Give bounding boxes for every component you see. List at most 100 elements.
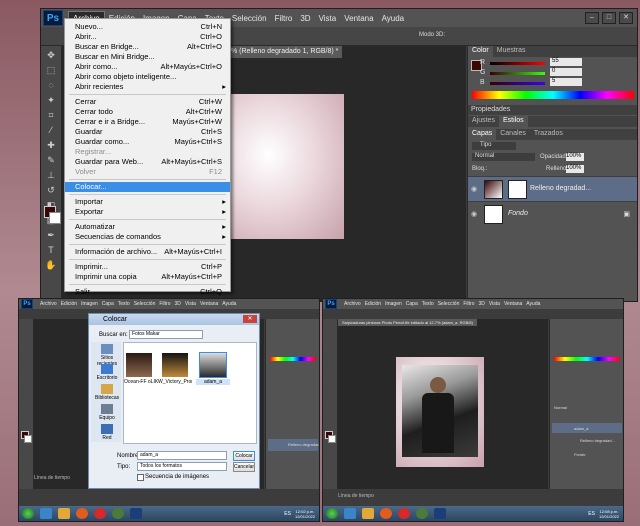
menu-seleccion[interactable]: Selección [132, 301, 158, 307]
menu-item-abrir-recientes[interactable]: Abrir recientes ▸ [65, 82, 230, 92]
layer-kind-filter[interactable]: Tipo [472, 142, 516, 150]
menu-item-guardar-web[interactable]: Guardar para Web... Alt+Mayús+Ctrl+S [65, 157, 230, 167]
background-color-swatch[interactable] [49, 212, 61, 224]
lasso-tool-icon[interactable]: ◌ [45, 79, 57, 91]
menu-archivo[interactable]: Archivo [342, 301, 363, 307]
color-spectrum[interactable] [472, 91, 634, 99]
file-type-select[interactable]: Todos los formatos [137, 462, 227, 471]
file-thumbnail[interactable] [162, 353, 188, 377]
tab-capas[interactable]: Capas [468, 129, 497, 140]
brush-tool-icon[interactable]: ✎ [45, 154, 57, 166]
menu-item-info-archivo[interactable]: Información de archivo... Alt+Mayús+Ctrl+… [65, 247, 230, 257]
menu-item-abrir[interactable]: Abrir... Ctrl+O [65, 32, 230, 42]
menu-item-guardar-como[interactable]: Guardar como... Mayús+Ctrl+S [65, 137, 230, 147]
layer-name[interactable]: Relleno degradad... [580, 438, 615, 443]
menu-item-cerrar-todo[interactable]: Cerrar todo Alt+Ctrl+W [65, 107, 230, 117]
menu-item-abrir-como[interactable]: Abrir como... Alt+Mayús+Ctrl+O [65, 62, 230, 72]
chrome-icon[interactable] [416, 508, 428, 519]
layer-row-gradient[interactable]: Relleno degradad... [268, 439, 319, 451]
menu-item-exportar[interactable]: Exportar ▸ [65, 207, 230, 217]
layer-name[interactable]: Relleno degradad... [288, 442, 319, 447]
tab-estilos[interactable]: Estilos [498, 116, 528, 127]
minimize-icon[interactable]: – [585, 12, 599, 24]
file-thumbnail[interactable] [126, 353, 152, 377]
menu-texto[interactable]: Texto [116, 301, 132, 307]
green-value[interactable]: 0 [550, 68, 582, 76]
file-name[interactable]: W_Victory_Prom... [158, 379, 192, 385]
layer-name[interactable]: Fondo [508, 210, 528, 217]
menu-3d[interactable]: 3D [173, 301, 183, 307]
menu-vista[interactable]: Vista [183, 301, 198, 307]
menu-edicion[interactable]: Edición [59, 301, 79, 307]
place-button[interactable]: Colocar [233, 451, 255, 461]
menu-3d[interactable]: 3D [477, 301, 487, 307]
ie-icon[interactable] [40, 508, 52, 519]
crop-tool-icon[interactable]: ⌗ [45, 109, 57, 121]
start-button-icon[interactable] [326, 508, 338, 519]
eye-icon[interactable]: ◉ [471, 185, 477, 193]
layer-name[interactable]: Relleno degradad... [530, 185, 591, 192]
start-button-icon[interactable] [22, 508, 34, 519]
stamp-tool-icon[interactable]: ⊥ [45, 169, 57, 181]
red-slider[interactable]: R 55 [480, 58, 634, 67]
opacity-input[interactable]: 100% [566, 153, 584, 161]
photoshop-taskbar-icon[interactable] [434, 508, 446, 519]
tab-ajustes[interactable]: Ajustes [468, 116, 499, 127]
firefox-icon[interactable] [76, 508, 88, 519]
menu-item-colocar[interactable]: Colocar... [65, 182, 230, 192]
menu-filtro[interactable]: Filtro [157, 301, 172, 307]
menu-archivo[interactable]: Archivo [38, 301, 59, 307]
history-brush-icon[interactable]: ↺ [45, 184, 57, 196]
blend-mode-select[interactable]: Normal [472, 153, 535, 161]
menu-capa[interactable]: Capa [100, 301, 116, 307]
menu-seleccion[interactable]: Selección [228, 12, 271, 25]
menu-ayuda[interactable]: Ayuda [378, 12, 409, 25]
eyedropper-tool-icon[interactable]: ⁄ [45, 124, 57, 136]
folder-icon[interactable] [58, 508, 70, 519]
blend-mode-select[interactable]: Normal [554, 405, 567, 410]
place-libraries[interactable]: Bibliotecas [95, 384, 119, 401]
menu-3d[interactable]: 3D [296, 12, 314, 25]
menu-item-buscar-mini-bridge[interactable]: Buscar en Mini Bridge... [65, 52, 230, 62]
menu-item-guardar[interactable]: Guardar Ctrl+S [65, 127, 230, 137]
folder-icon[interactable] [362, 508, 374, 519]
folder-select[interactable]: Fotos Makar [129, 330, 203, 339]
close-icon[interactable]: ✕ [619, 12, 633, 24]
image-sequence-checkbox[interactable] [137, 474, 144, 481]
background-color-swatch[interactable] [24, 435, 32, 443]
menu-vista[interactable]: Vista [487, 301, 502, 307]
document-tab[interactable]: % (Relleno degradado 1, RGB/8) * [227, 46, 343, 58]
menu-filtro[interactable]: Filtro [271, 12, 297, 25]
chrome-icon[interactable] [112, 508, 124, 519]
layer-row-placed[interactable]: adam_a [552, 423, 622, 433]
language-indicator[interactable]: ES [588, 511, 595, 517]
marquee-tool-icon[interactable]: ⬚ [45, 64, 57, 76]
opera-icon[interactable] [94, 508, 106, 519]
menu-item-automatizar[interactable]: Automatizar ▸ [65, 222, 230, 232]
menu-item-salir[interactable]: Salir Ctrl+Q [65, 287, 230, 297]
menu-ventana[interactable]: Ventana [340, 12, 377, 25]
menu-item-cerrar-bridge[interactable]: Cerrar e ir a Bridge... Mayús+Ctrl+W [65, 117, 230, 127]
menu-item-nuevo[interactable]: Nuevo... Ctrl+N [65, 22, 230, 32]
file-thumbnail-selected[interactable] [199, 352, 227, 378]
dialog-close-icon[interactable]: ✕ [243, 315, 257, 323]
menu-edicion[interactable]: Edición [363, 301, 383, 307]
menu-ventana[interactable]: Ventana [502, 301, 524, 307]
menu-ventana[interactable]: Ventana [198, 301, 220, 307]
menu-item-abrir-objeto-inteligente[interactable]: Abrir como objeto inteligente... [65, 72, 230, 82]
move-tool-icon[interactable]: ✥ [45, 49, 57, 61]
ie-icon[interactable] [344, 508, 356, 519]
menu-item-imprimir[interactable]: Imprimir... Ctrl+P [65, 262, 230, 272]
menu-imagen[interactable]: Imagen [383, 301, 404, 307]
hand-tool-icon[interactable]: ✋ [45, 259, 57, 271]
layer-row-gradient[interactable]: Relleno degradad... [552, 435, 622, 445]
healing-tool-icon[interactable]: ✚ [45, 139, 57, 151]
place-network[interactable]: Red [95, 424, 119, 441]
menu-item-secuencias[interactable]: Secuencias de comandos ▸ [65, 232, 230, 242]
file-name[interactable]: adam_a [196, 379, 230, 385]
file-name-input[interactable]: adam_a [137, 451, 227, 460]
blue-value[interactable]: 5 [550, 78, 582, 86]
fill-input[interactable]: 100% [566, 165, 584, 173]
layer-row-fondo[interactable]: ◉ Fondo ▣ [468, 201, 637, 226]
photoshop-taskbar-icon[interactable] [130, 508, 142, 519]
